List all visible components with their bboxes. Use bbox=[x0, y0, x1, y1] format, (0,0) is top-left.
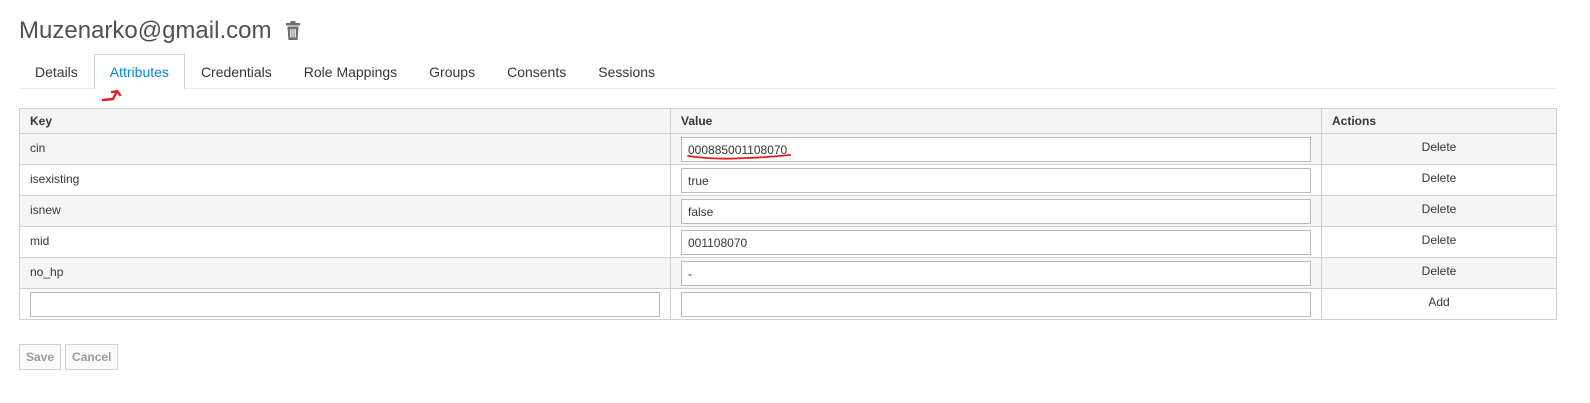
table-row: mid 001108070 Delete bbox=[19, 226, 1557, 258]
attribute-value-cell: 000885001108070 bbox=[670, 133, 1322, 165]
page-title: Muzenarko@gmail.com bbox=[19, 17, 272, 44]
attribute-key: mid bbox=[19, 226, 671, 258]
attributes-table: Key Value Actions cin 000885001108070 De… bbox=[19, 108, 1557, 320]
delete-button[interactable]: Delete bbox=[1321, 164, 1557, 196]
column-header-key: Key bbox=[19, 108, 671, 134]
new-key-input[interactable] bbox=[30, 292, 660, 317]
new-value-input[interactable] bbox=[681, 292, 1311, 317]
trash-icon[interactable] bbox=[285, 21, 301, 41]
tab-role-mappings[interactable]: Role Mappings bbox=[288, 54, 413, 88]
table-row: isnew false Delete bbox=[19, 195, 1557, 227]
attribute-key: isexisting bbox=[19, 164, 671, 196]
attribute-value-cell: false bbox=[670, 195, 1322, 227]
tab-groups[interactable]: Groups bbox=[413, 54, 491, 88]
tab-consents[interactable]: Consents bbox=[491, 54, 582, 88]
column-header-actions: Actions bbox=[1321, 108, 1557, 134]
table-header-row: Key Value Actions bbox=[19, 108, 1557, 134]
form-actions: Save Cancel bbox=[19, 344, 119, 370]
attribute-key: cin bbox=[19, 133, 671, 165]
annotation-arrow bbox=[101, 89, 122, 102]
cancel-button[interactable]: Cancel bbox=[65, 344, 119, 370]
attribute-key: isnew bbox=[19, 195, 671, 227]
user-attributes-page: Muzenarko@gmail.com Details Attributes C… bbox=[0, 0, 1590, 403]
new-attribute-row: Add bbox=[19, 288, 1557, 320]
delete-button[interactable]: Delete bbox=[1321, 133, 1557, 165]
tab-bar: Details Attributes Credentials Role Mapp… bbox=[19, 54, 1556, 89]
new-value-cell bbox=[670, 288, 1322, 320]
tab-sessions[interactable]: Sessions bbox=[582, 54, 671, 88]
page-header: Muzenarko@gmail.com bbox=[19, 14, 301, 48]
attribute-value-cell: - bbox=[670, 257, 1322, 289]
delete-button[interactable]: Delete bbox=[1321, 195, 1557, 227]
table-row: cin 000885001108070 Delete bbox=[19, 133, 1557, 165]
add-button[interactable]: Add bbox=[1321, 288, 1557, 320]
attribute-value-input[interactable]: 000885001108070 bbox=[681, 137, 1311, 162]
table-row: isexisting true Delete bbox=[19, 164, 1557, 196]
delete-button[interactable]: Delete bbox=[1321, 226, 1557, 258]
attribute-value-cell: true bbox=[670, 164, 1322, 196]
attribute-value-input[interactable]: false bbox=[681, 199, 1311, 224]
column-header-value: Value bbox=[670, 108, 1322, 134]
attribute-value-input[interactable]: true bbox=[681, 168, 1311, 193]
tab-credentials[interactable]: Credentials bbox=[185, 54, 288, 88]
attribute-key: no_hp bbox=[19, 257, 671, 289]
tab-details[interactable]: Details bbox=[19, 54, 94, 88]
delete-button[interactable]: Delete bbox=[1321, 257, 1557, 289]
attribute-value-cell: 001108070 bbox=[670, 226, 1322, 258]
annotation-underline bbox=[687, 154, 791, 160]
attribute-value-input[interactable]: 001108070 bbox=[681, 230, 1311, 255]
save-button[interactable]: Save bbox=[19, 344, 62, 370]
table-row: no_hp - Delete bbox=[19, 257, 1557, 289]
new-key-cell bbox=[19, 288, 671, 320]
attribute-value-input[interactable]: - bbox=[681, 261, 1311, 286]
